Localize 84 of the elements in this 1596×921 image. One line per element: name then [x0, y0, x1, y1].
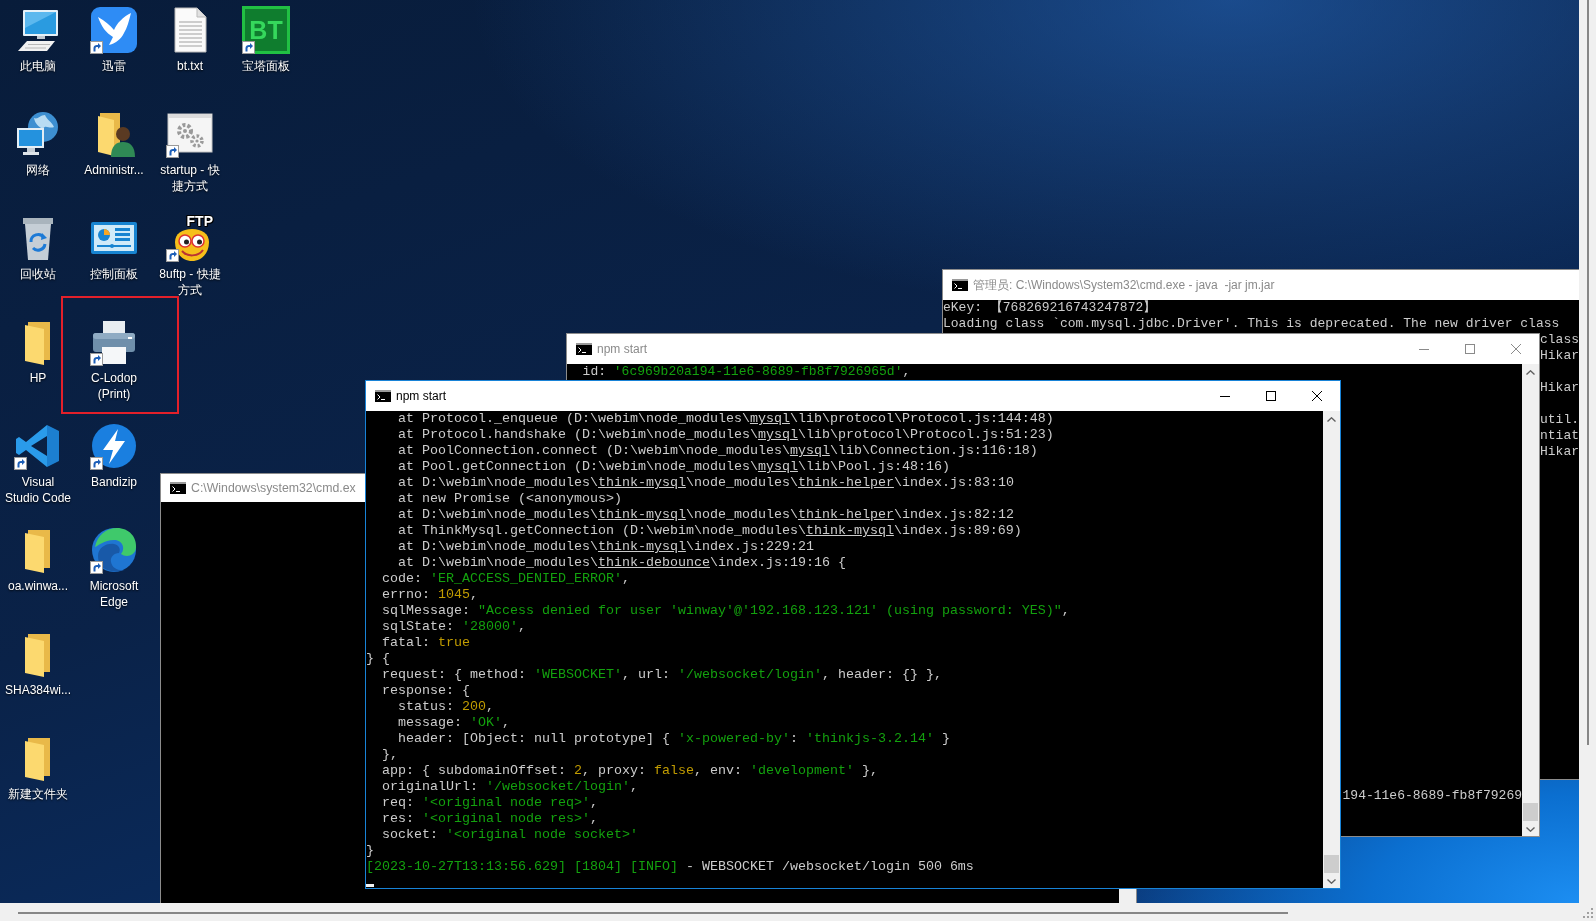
- icon-label[interactable]: 网络: [26, 162, 50, 178]
- console-line: Loading class `com.mysql.jdbc.Driver'. This is deprecated. The new driver class: [943, 316, 1560, 332]
- swirl-icon[interactable]: [90, 526, 138, 574]
- console-line: Hikar: [1540, 380, 1579, 396]
- console-line: at D:\webim\node_modules\think-mysql\node_modules\think-helper\index.js:83:10: [397, 475, 1014, 491]
- scroll-down-icon[interactable]: [1327, 879, 1336, 884]
- console-line: sqlMessage: "Access denied for user 'winway'@'192.168.123.121' (using password: YES)",: [381, 603, 1070, 619]
- console-icon: [952, 279, 968, 291]
- scrollbar-thumb[interactable]: [1324, 855, 1339, 873]
- title-bar[interactable]: npm start: [366, 381, 1340, 411]
- console-line: socket: '<original node socket>': [381, 827, 638, 843]
- ribbon-icon[interactable]: [14, 422, 62, 470]
- icon-label[interactable]: Bandizip: [91, 474, 137, 490]
- icon-label[interactable]: SHA384wi...: [5, 682, 71, 698]
- icon-label[interactable]: 控制面板: [90, 266, 138, 282]
- console-line: app: { subdomainOffset: 2, proxy: false, env: 'development' },: [381, 763, 878, 779]
- console-line: }: [366, 843, 374, 859]
- console-icon: [576, 343, 592, 355]
- scroll-up-icon[interactable]: [1327, 417, 1336, 422]
- icon-label[interactable]: HP: [29, 370, 47, 386]
- console-line: at Protocol._enqueue (D:\webim\node_modules\mysql\lib\protocol\Protocol.js:144:48): [397, 411, 1054, 427]
- console-line: at new Promise (<anonymous>): [397, 491, 622, 507]
- console-line: ntiat: [1540, 428, 1579, 444]
- console-line: header: [Object: null prototype] { 'x-powered-by': 'thinkjs-3.2.14' }: [397, 731, 950, 747]
- console-line: req: '<original node req>',: [381, 795, 598, 811]
- icon-label[interactable]: 新建文件夹: [8, 786, 68, 802]
- window-title: 管理员: C:\Windows\System32\cmd.exe - java -jar jm.jar: [973, 276, 1275, 294]
- console-line: eKey: 【768269216743247872】: [943, 300, 1157, 316]
- scrollbar-thumb[interactable]: [18, 912, 1288, 914]
- maximize-icon: [1465, 344, 1475, 354]
- console-line: },: [381, 747, 398, 763]
- console-line: fatal: true: [381, 635, 470, 651]
- console-line: [2023-10-27T13:13:56.629] [1804] [INFO] - WEBSOCKET /websocket/login 500 6ms: [366, 859, 974, 875]
- console-line: response: {: [381, 683, 470, 699]
- icon-label[interactable]: Microsoft Edge: [79, 578, 149, 610]
- icon-label[interactable]: bt.txt: [177, 58, 203, 74]
- console-line: class: [1540, 332, 1579, 348]
- console-line: } {: [366, 651, 390, 667]
- console-line: at D:\webim\node_modules\think-debounce\index.js:19:16 {: [397, 555, 846, 571]
- icon-label[interactable]: Administr...: [84, 162, 144, 178]
- lightning-icon[interactable]: [90, 422, 138, 470]
- console-line: res: '<original node res>',: [381, 811, 598, 827]
- console-line: id: '6c969b20a194-11e6-8689-fb8f7926965d',: [581, 364, 911, 380]
- console-line: originalUrl: '/websocket/login',: [381, 779, 638, 795]
- icon-label[interactable]: oa.winwa...: [8, 578, 68, 594]
- icon-label[interactable]: 8uftp - 快捷方式: [155, 266, 225, 298]
- console-line: message: 'OK',: [397, 715, 510, 731]
- console-line: at PoolConnection.connect (D:\webim\node_modules\mysql\lib\Connection.js:116:18): [397, 443, 1038, 459]
- icon-label[interactable]: 回收站: [20, 266, 56, 282]
- bird-icon[interactable]: [90, 6, 138, 54]
- icon-label[interactable]: Visual Studio Code: [3, 474, 73, 506]
- icon-label[interactable]: C-Lodop (Print): [79, 370, 149, 402]
- console-icon: [170, 482, 186, 494]
- console-line: at D:\webim\node_modules\think-mysql\node_modules\think-helper\index.js:82:12: [397, 507, 1014, 523]
- icon-label[interactable]: 宝塔面板: [242, 58, 290, 74]
- printer-icon[interactable]: [90, 318, 138, 366]
- icon-label[interactable]: 此电脑: [20, 58, 56, 74]
- console-line: request: { method: 'WEBSOCKET', url: '/websocket/login', header: {} },: [381, 667, 942, 683]
- close-icon: [1511, 344, 1521, 354]
- scrollbar-thumb[interactable]: [1587, 0, 1589, 745]
- console-line: util.: [1540, 412, 1579, 428]
- window-title: npm start: [396, 389, 446, 403]
- console-line: Hikar: [1540, 348, 1579, 364]
- maximize-icon: [1266, 391, 1276, 401]
- icon-label[interactable]: 迅雷: [102, 58, 126, 74]
- console-line: at Pool.getConnection (D:\webim\node_modules\mysql\lib\Pool.js:48:16): [397, 459, 950, 475]
- scrollbar-track[interactable]: [1323, 411, 1340, 888]
- window-title: C:\Windows\system32\cmd.ex: [191, 481, 356, 495]
- console-line: Hikar: [1540, 444, 1579, 460]
- console-line: at Protocol.handshake (D:\webim\node_modules\mysql\lib\protocol\Protocol.js:51:23): [397, 427, 1054, 443]
- close-icon: [1312, 391, 1322, 401]
- console-line: at ThinkMysql.getConnection (D:\webim\node_modules\think-mysql\index.js:89:69): [397, 523, 1022, 539]
- console-line: sqlState: '28000',: [381, 619, 526, 635]
- logo-text[interactable]: FTP: [186, 214, 213, 228]
- window-title: npm start: [597, 342, 647, 356]
- console-icon: [375, 390, 391, 402]
- icon-label[interactable]: startup - 快捷方式: [155, 162, 225, 194]
- console-line: errno: 1045,: [381, 587, 478, 603]
- resize-grip-icon[interactable]: [1582, 907, 1594, 919]
- console-line: status: 200,: [397, 699, 494, 715]
- console-line: code: 'ER_ACCESS_DENIED_ERROR',: [381, 571, 630, 587]
- smiley-icon[interactable]: [172, 228, 212, 262]
- console-line: at D:\webim\node_modules\think-mysql\index.js:229:21: [397, 539, 814, 555]
- console-line: 194-11e6-8689-fb8f79269: [1342, 788, 1522, 804]
